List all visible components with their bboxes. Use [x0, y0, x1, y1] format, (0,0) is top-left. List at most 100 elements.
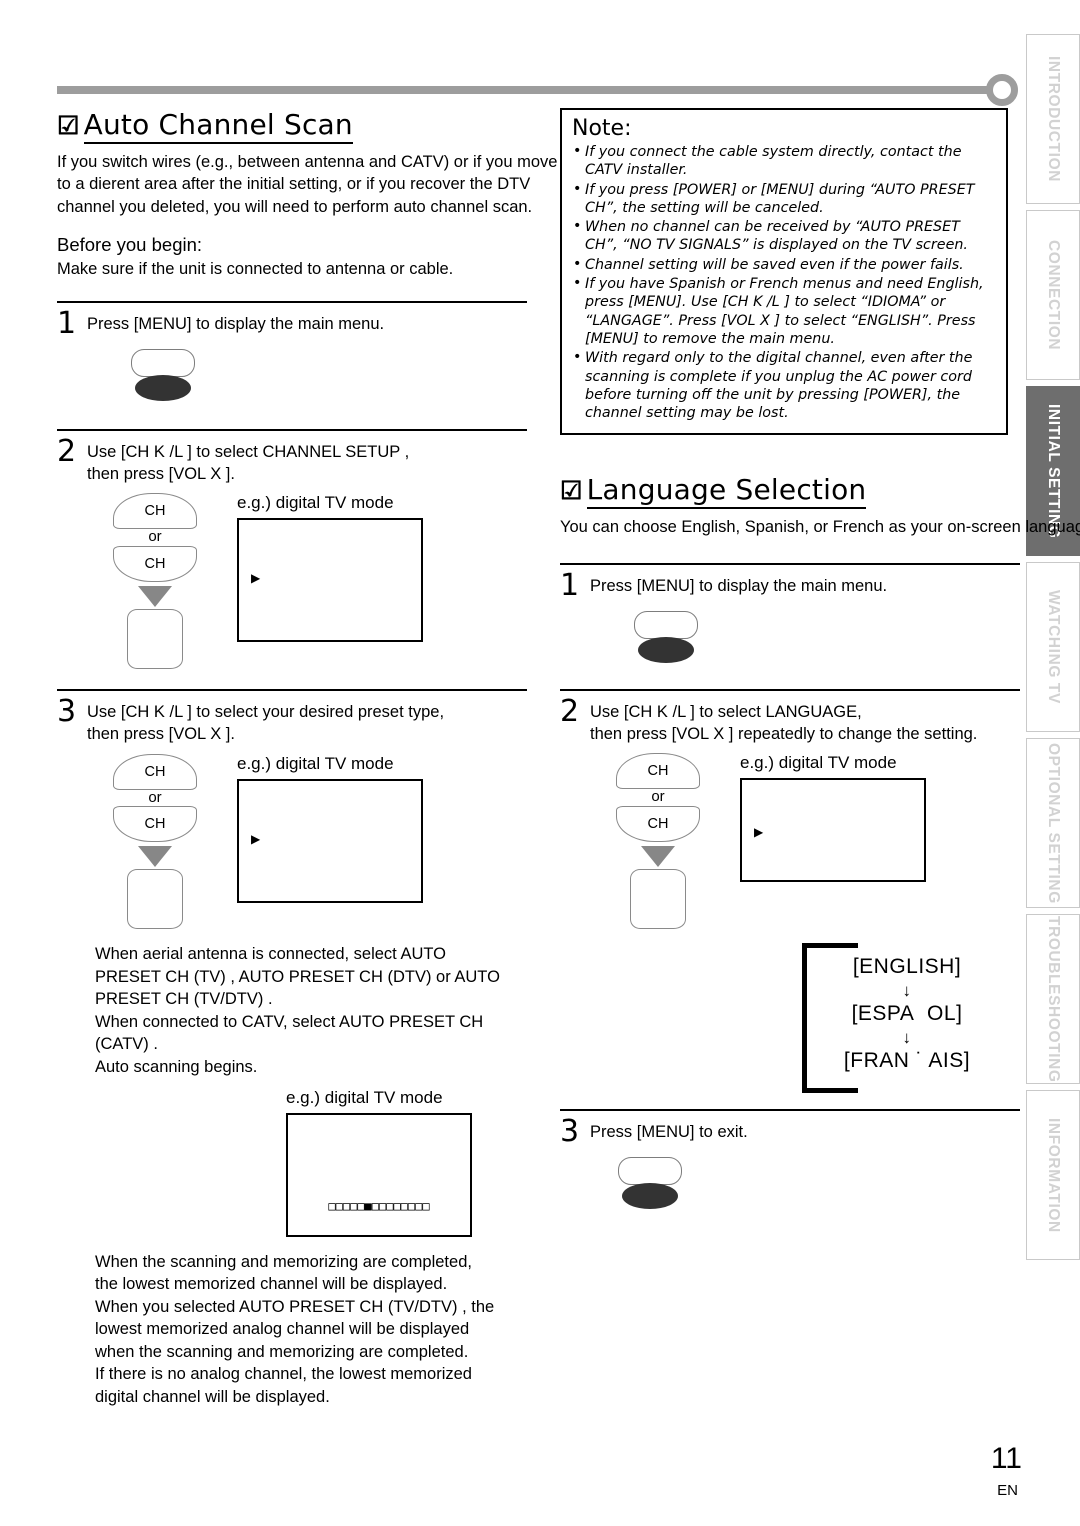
or-separator-label: or [148, 788, 162, 806]
menu-button-cap [131, 348, 195, 377]
language-option-espanol: [ESPA OL] [851, 1002, 963, 1026]
before-you-begin-text: Make sure if the unit is connected to an… [57, 260, 454, 279]
step-instruction: Press [MENU] to exit. [590, 1123, 748, 1142]
language-step-2: 2 Use [CH K /L ] to select LANGUAGE, the… [560, 688, 1020, 1094]
sidebar-tab-watching-tv[interactable]: WATCHING TV [1026, 562, 1080, 732]
menu-button-dot [638, 636, 694, 663]
tv-screen-mock: ▶ [740, 778, 926, 883]
tv-example-caption: e.g.) digital TV mode [286, 1087, 443, 1107]
step-number: 1 [560, 567, 580, 603]
menu-button-cap [634, 610, 698, 639]
note-item-list: If you connect the cable system directly… [572, 142, 996, 422]
cursor-arrow-icon: ▶ [251, 571, 261, 586]
explanation-line: digital channel will be displayed. [95, 1387, 330, 1406]
scan-progress-bar: □□□□□■□□□□□□□□ [328, 1198, 430, 1213]
step-number: 2 [560, 693, 580, 729]
note-item: With regard only to the digital channel,… [572, 348, 996, 422]
checkbox-icon: ☑ [560, 477, 583, 506]
menu-button-dot [135, 374, 191, 401]
language-cycle-diagram: [ENGLISH] ↓ [ESPA OL] ↓ [FRAN ˙ AIS] [802, 943, 976, 1094]
ch-down-label: CH [144, 556, 166, 573]
note-box: Note: If you connect the cable system di… [560, 108, 1008, 436]
step-instruction-line1: Use [CH K /L ] to select your desired pr… [87, 703, 445, 722]
auto-scan-step-1: 1 Press [MENU] to display the main menu. [57, 300, 527, 403]
menu-button-cap [618, 1157, 682, 1186]
note-item: Channel setting will be saved even if th… [572, 255, 996, 274]
language-selection-heading: ☑ Language Selection [560, 473, 1020, 510]
note-item: If you press [POWER] or [MENU] during “A… [572, 180, 996, 218]
explanation-line: When the scanning and memorizing are com… [95, 1252, 472, 1271]
step-instruction-line2: then press [VOL X ]. [87, 464, 235, 483]
arrow-down-icon [138, 586, 172, 608]
sidebar-tab-troubleshooting[interactable]: TROUBLESHOOTING [1026, 914, 1080, 1084]
ch-up-label: CH [144, 503, 166, 520]
sidebar-tab-optional-setting[interactable]: OPTIONAL SETTING [1026, 738, 1080, 908]
checkbox-icon: ☑ [57, 112, 80, 140]
explanation-line: PRESET CH (TV/DTV) . [95, 990, 273, 1009]
step-instruction-line1: Use [CH K /L ] to select CHANNEL SETUP , [87, 442, 410, 461]
cursor-arrow-icon: ▶ [251, 831, 261, 846]
ch-up-label: CH [144, 763, 166, 780]
tv-example-caption: e.g.) digital TV mode [237, 753, 394, 773]
explanation-line: When you selected AUTO PRESET CH (TV/DTV… [95, 1297, 495, 1316]
step-number: 1 [57, 305, 77, 341]
sidebar-tab-introduction[interactable]: INTRODUCTION [1026, 34, 1080, 204]
cursor-arrow-icon: ▶ [754, 825, 764, 840]
channel-key-group: CH or CH [113, 753, 197, 930]
sidebar-tab-information[interactable]: INFORMATION [1026, 1090, 1080, 1260]
arrow-down-icon [641, 846, 675, 868]
note-item: If you have Spanish or French menus and … [572, 274, 996, 348]
ch-down-button-icon[interactable]: CH [113, 806, 197, 843]
tv-example-caption: e.g.) digital TV mode [237, 493, 394, 513]
note-item: When no channel can be received by “AUTO… [572, 217, 996, 255]
arrow-down-icon: ↓ [902, 981, 912, 1001]
page-title: Auto Channel Scan [83, 108, 353, 144]
arrow-down-icon: ↓ [902, 1028, 912, 1048]
channel-key-group: CH or CH [616, 753, 700, 930]
ch-down-button-icon[interactable]: CH [113, 546, 197, 583]
sidebar-tab-label: TROUBLESHOOTING [1045, 915, 1062, 1083]
note-title: Note: [572, 116, 632, 141]
language-step-3: 3 Press [MENU] to exit. [560, 1109, 1020, 1211]
left-column: ☑ Auto Channel Scan If you switch wires … [57, 108, 557, 1408]
explanation-line: PRESET CH (TV) , AUTO PRESET CH (DTV) or… [95, 967, 500, 986]
tv-screen-mock: ▶ [237, 778, 423, 903]
vol-right-button-icon[interactable] [630, 869, 686, 930]
auto-scan-step-3: 3 Use [CH K /L ] to select your desired … [57, 689, 527, 930]
tv-example-caption: e.g.) digital TV mode [740, 753, 897, 773]
vol-right-button-icon[interactable] [127, 609, 183, 670]
language-option-english: [ENGLISH] [852, 955, 962, 979]
ch-up-button-icon[interactable]: CH [616, 753, 700, 790]
ch-up-button-icon[interactable]: CH [113, 753, 197, 790]
auto-scan-intro: If you switch wires (e.g., between anten… [57, 153, 558, 216]
step-instruction-line1: Use [CH K /L ] to select LANGUAGE, [590, 702, 862, 721]
ch-up-button-icon[interactable]: CH [113, 493, 197, 530]
step-instruction-line2: then press [VOL X ]. [87, 724, 235, 743]
header-rule [57, 86, 1002, 94]
section-tab-rail: INTRODUCTION CONNECTION INITIAL SETTING … [1022, 34, 1080, 1260]
step-number: 2 [57, 433, 77, 469]
vol-right-button-icon[interactable] [127, 869, 183, 930]
ch-down-label: CH [144, 816, 166, 833]
note-item: If you connect the cable system directly… [572, 142, 996, 180]
ch-up-label: CH [647, 763, 669, 780]
step-instruction: Press [MENU] to display the main menu. [590, 576, 888, 595]
tv-screen-scanning-mock: □□□□□■□□□□□□□□ [286, 1112, 472, 1237]
page-number: 11 [990, 1442, 1022, 1475]
sidebar-tab-label: INFORMATION [1045, 1117, 1062, 1233]
tv-screen-mock: ▶ [237, 518, 423, 643]
sidebar-tab-label: CONNECTION [1045, 239, 1062, 351]
language-intro: You can choose English, Spanish, or Fren… [560, 518, 1080, 537]
before-you-begin-heading: Before you begin: [57, 234, 203, 256]
sidebar-tab-label: INTRODUCTION [1045, 55, 1062, 183]
menu-button-icon [618, 1157, 682, 1211]
header-ring-ornament [986, 74, 1018, 106]
or-separator-label: or [651, 788, 665, 806]
explanation-line: the lowest memorized channel will be dis… [95, 1275, 448, 1294]
menu-button-icon [634, 610, 698, 665]
ch-down-button-icon[interactable]: CH [616, 806, 700, 843]
explanation-line: When connected to CATV, select AUTO PRES… [95, 1012, 484, 1031]
auto-channel-scan-heading: ☑ Auto Channel Scan [57, 108, 527, 144]
sidebar-tab-connection[interactable]: CONNECTION [1026, 210, 1080, 380]
explanation-line: lowest memorized analog channel will be … [95, 1320, 470, 1339]
